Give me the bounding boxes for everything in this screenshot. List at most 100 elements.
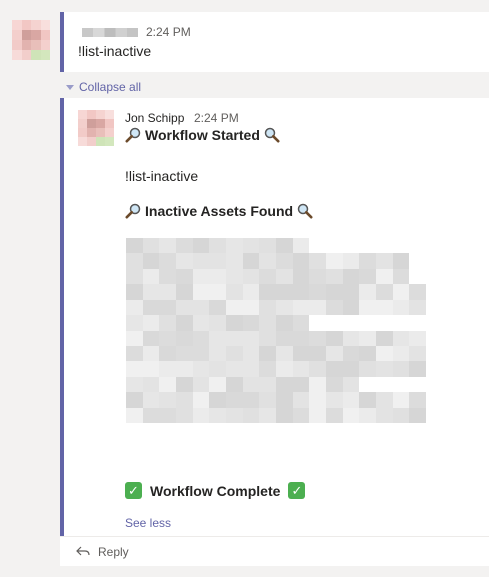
redaction-pixel [225, 345, 243, 362]
redaction-pixel [259, 407, 276, 423]
redaction-pixel [275, 407, 293, 423]
redaction-pixel [242, 268, 260, 285]
redaction-pixel [359, 361, 376, 377]
redaction-pixel [292, 361, 310, 377]
redaction-pixel [159, 392, 176, 408]
redaction-pixel [409, 392, 426, 408]
redaction-pixel [392, 315, 410, 331]
redaction-pixel [159, 361, 176, 377]
redacted-sender-name [82, 28, 138, 37]
redaction-pixel [209, 361, 226, 377]
redaction-pixel [126, 376, 143, 393]
redaction-pixel [375, 376, 393, 393]
reply-thread: Jon Schipp 2:24 PM Workflow Started !lis… [60, 98, 489, 536]
redaction-pixel [142, 376, 160, 393]
redaction-pixel [159, 330, 176, 346]
redaction-pixel [126, 238, 143, 254]
magnifier-icon [264, 127, 280, 143]
redaction-pixel [409, 330, 426, 346]
redaction-pixel [175, 253, 193, 269]
redaction-pixel [392, 238, 410, 254]
redaction-pixel [242, 299, 260, 316]
reply-button[interactable]: Reply [60, 536, 489, 566]
redaction-pixel [325, 268, 343, 285]
redaction-pixel [175, 284, 193, 300]
redaction-pixel [142, 238, 160, 254]
redaction-pixel [375, 392, 393, 408]
redaction-pixel [392, 284, 410, 300]
redaction-pixel [142, 315, 160, 331]
redaction-pixel [209, 345, 226, 362]
redaction-pixel [209, 330, 226, 346]
redaction-pixel [175, 345, 193, 362]
redaction-pixel [359, 238, 376, 254]
redaction-pixel [275, 376, 293, 393]
redaction-pixel [159, 345, 176, 362]
message-card: 2:24 PM !list-inactive [60, 12, 489, 72]
redaction-pixel [142, 407, 160, 423]
redaction-pixel [259, 284, 276, 300]
redaction-pixel [225, 268, 243, 285]
redaction-pixel [309, 253, 326, 269]
redaction-pixel [225, 238, 243, 254]
redaction-pixel [242, 330, 260, 346]
redaction-pixel [175, 268, 193, 285]
redaction-pixel [126, 315, 143, 331]
redaction-pixel [375, 268, 393, 285]
redaction-pixel [375, 253, 393, 269]
redaction-pixel [342, 376, 360, 393]
redaction-pixel [209, 392, 226, 408]
message-time: 2:24 PM [146, 25, 191, 39]
redaction-pixel [292, 407, 310, 423]
redaction-pixel [192, 268, 210, 285]
redaction-pixel [275, 330, 293, 346]
redaction-pixel [175, 299, 193, 316]
redaction-pixel [292, 238, 310, 254]
redaction-pixel [159, 315, 176, 331]
redaction-pixel [159, 284, 176, 300]
redaction-pixel [342, 330, 360, 346]
redaction-pixel [375, 299, 393, 316]
redaction-pixel [126, 268, 143, 285]
redaction-pixel [209, 268, 226, 285]
redaction-pixel [342, 238, 360, 254]
avatar[interactable] [12, 20, 50, 60]
redaction-pixel [175, 330, 193, 346]
see-less-link[interactable]: See less [125, 516, 171, 530]
redaction-pixel [342, 392, 360, 408]
redaction-pixel [325, 284, 343, 300]
redaction-pixel [192, 345, 210, 362]
redaction-pixel [259, 345, 276, 362]
redaction-pixel [325, 238, 343, 254]
redaction-pixel [209, 284, 226, 300]
redaction-pixel [292, 376, 310, 393]
redaction-pixel [392, 361, 410, 377]
redaction-pixel [159, 407, 176, 423]
redaction-pixel [209, 407, 226, 423]
collapse-all-button[interactable]: Collapse all [66, 80, 141, 94]
redaction-pixel [292, 392, 310, 408]
redaction-pixel [275, 238, 293, 254]
redaction-pixel [126, 361, 143, 377]
author-name[interactable]: Jon Schipp [125, 111, 184, 125]
redaction-pixel [359, 253, 376, 269]
redaction-pixel [409, 268, 426, 285]
redaction-pixel [375, 284, 393, 300]
redaction-pixel [359, 284, 376, 300]
redaction-pixel [392, 407, 410, 423]
redaction-pixel [359, 407, 376, 423]
redaction-pixel [192, 284, 210, 300]
redaction-pixel [225, 376, 243, 393]
redaction-pixel [225, 284, 243, 300]
workflow-started-line: Workflow Started [125, 127, 280, 143]
collapse-all-label: Collapse all [79, 80, 142, 94]
redaction-pixel [126, 330, 143, 346]
redaction-pixel [192, 315, 210, 331]
redaction-pixel [325, 315, 343, 331]
redaction-pixel [225, 253, 243, 269]
redaction-pixel [142, 330, 160, 346]
redaction-pixel [275, 345, 293, 362]
reply-label: Reply [98, 544, 129, 559]
collapse-caret-icon [66, 84, 74, 90]
reply-avatar[interactable] [78, 110, 114, 146]
